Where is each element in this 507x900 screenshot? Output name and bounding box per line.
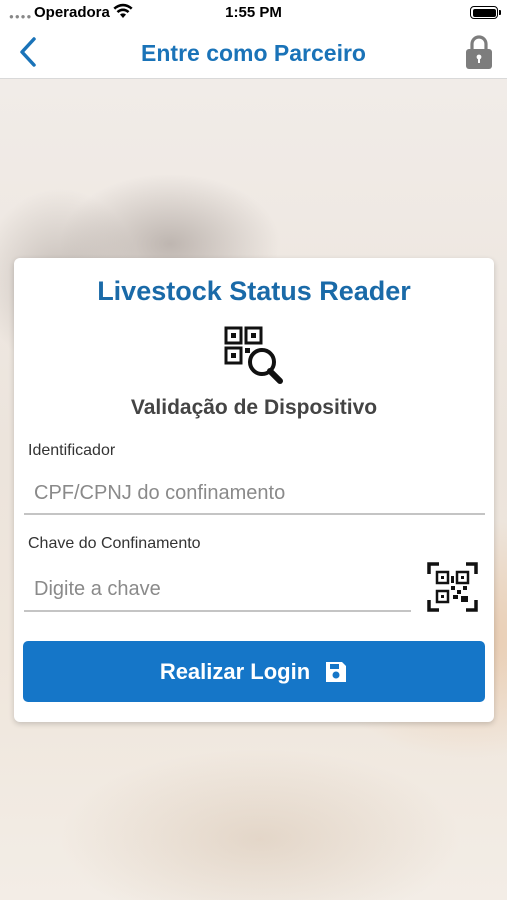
lock-icon[interactable] — [463, 33, 495, 71]
login-button[interactable]: Realizar Login — [23, 641, 485, 702]
navigation-bar: Entre como Parceiro — [0, 26, 507, 79]
identifier-label: Identificador — [28, 442, 116, 459]
section-subtitle: Validação de Dispositivo — [130, 396, 378, 419]
status-time: 1:55 PM — [225, 4, 282, 21]
qr-scan-icon[interactable] — [427, 562, 478, 612]
battery-tip — [499, 10, 501, 15]
battery-icon — [470, 6, 498, 19]
save-icon — [326, 661, 347, 682]
login-card: Livestock Status Reader Validação de Dis… — [14, 258, 494, 722]
key-input[interactable] — [24, 568, 411, 612]
login-button-label: Realizar Login — [159, 658, 311, 684]
page-title: Entre como Parceiro — [141, 40, 366, 66]
app-title: Livestock Status Reader — [97, 276, 411, 306]
identifier-input[interactable] — [24, 474, 485, 515]
status-bar: ●●●● Operadora 1:55 PM — [0, 0, 507, 26]
key-label: Chave do Confinamento — [28, 535, 201, 552]
qr-search-icon — [224, 326, 283, 384]
